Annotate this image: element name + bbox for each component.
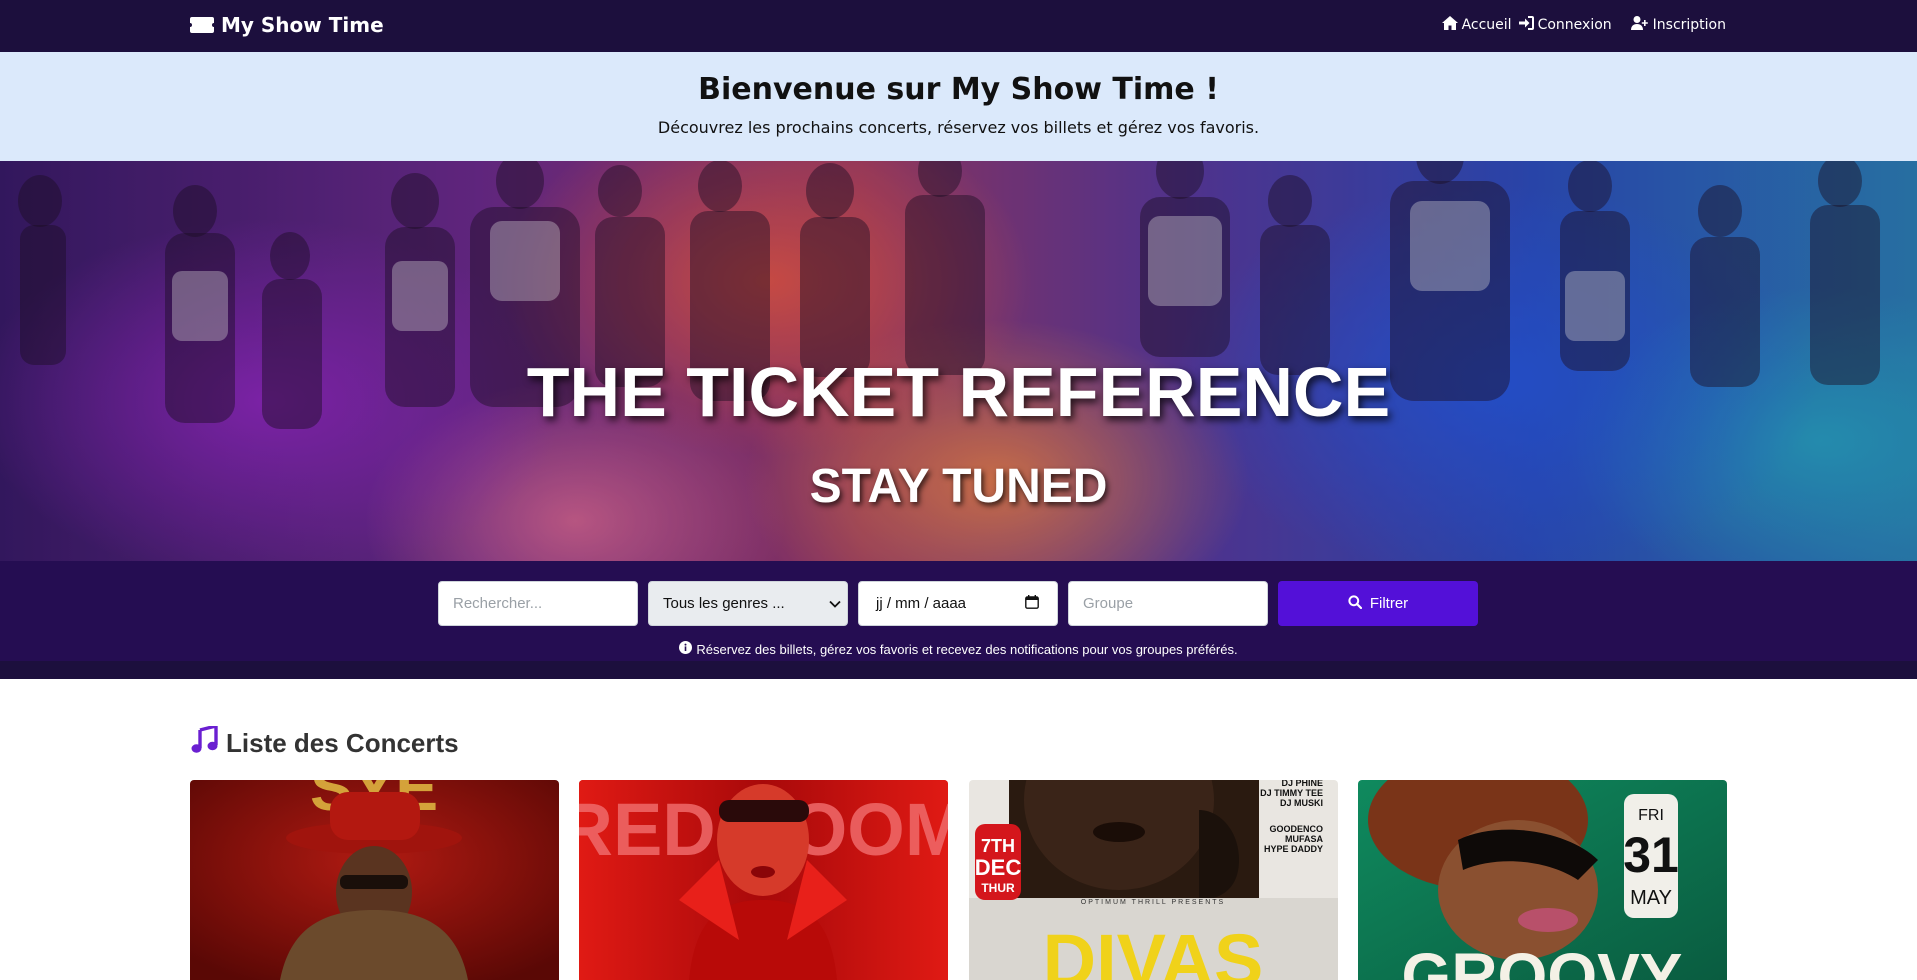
ticket-icon xyxy=(190,17,214,33)
concert-poster-image: 7TH DEC THUR DJ PHINE DJ TIMMY TEE DJ MU… xyxy=(969,780,1338,980)
filter-button-label: Filtrer xyxy=(1369,595,1409,612)
sign-in-icon xyxy=(1518,16,1534,34)
concert-card[interactable]: 7TH DEC THUR DJ PHINE DJ TIMMY TEE DJ MU… xyxy=(969,780,1338,980)
group-placeholder: Groupe xyxy=(1083,595,1134,612)
poster-lineup-item: DJ MUSKI xyxy=(1280,798,1323,808)
concert-poster-image: RED ROOM xyxy=(579,780,948,980)
poster-lineup-item: DJ TIMMY TEE xyxy=(1260,788,1323,798)
poster-presenter: OPTIMUM THRILL PRESENTS xyxy=(1081,899,1225,906)
concert-poster-image: FRI 31 MAY GROOVY xyxy=(1358,780,1727,980)
poster-lineup-item: MUFASA xyxy=(1285,834,1324,844)
welcome-title: Bienvenue sur My Show Time ! xyxy=(698,72,1219,107)
genre-select[interactable]: Tous les genres ... xyxy=(648,581,848,626)
poster-date-weekday: FRI xyxy=(1638,807,1664,824)
user-plus-icon xyxy=(1630,16,1649,34)
poster-date-day: 31 xyxy=(1623,827,1679,883)
info-circle-icon xyxy=(679,641,693,657)
search-placeholder: Rechercher... xyxy=(453,595,543,612)
info-message: Réservez des billets, gérez vos favoris … xyxy=(0,641,1917,657)
music-icon xyxy=(190,723,218,761)
concert-list-title: Liste des Concerts xyxy=(190,723,459,761)
poster-title: DIVAS xyxy=(1043,919,1264,980)
navbar: My Show Time Accueil Connexion Inscripti… xyxy=(0,0,1917,52)
hero-banner: THE TICKET REFERENCE STAY TUNED xyxy=(0,161,1917,561)
concert-card[interactable]: RED ROOM xyxy=(579,780,948,980)
poster-date-month: MAY xyxy=(1630,887,1672,909)
nav-link-inscription[interactable]: Inscription xyxy=(1630,16,1726,34)
search-icon xyxy=(1348,594,1362,613)
concert-card[interactable]: SYE xyxy=(190,780,559,980)
brand-name: My Show Time xyxy=(221,13,384,37)
poster-lineup-item: DJ PHINE xyxy=(1281,780,1323,788)
nav-links: Accueil Connexion Inscription xyxy=(1441,14,1726,36)
poster-date-day: 7TH xyxy=(981,836,1015,856)
poster-date-weekday: THUR xyxy=(981,881,1015,895)
group-input[interactable]: Groupe xyxy=(1068,581,1268,626)
poster-date-month: DEC xyxy=(975,855,1022,880)
nav-link-label: Accueil xyxy=(1461,17,1512,33)
poster-lineup-item: HYPE DADDY xyxy=(1264,844,1323,854)
concert-poster-image: SYE xyxy=(190,780,559,980)
date-value: jj / mm / aaaa xyxy=(876,595,967,612)
chevron-down-icon xyxy=(829,595,841,612)
hero-subtitle: STAY TUNED xyxy=(809,460,1108,513)
nav-link-accueil[interactable]: Accueil xyxy=(1441,16,1512,34)
poster-lineup-item: GOODENCO xyxy=(1269,824,1323,834)
concert-card[interactable]: FRI 31 MAY GROOVY xyxy=(1358,780,1727,980)
concert-list-heading: Liste des Concerts xyxy=(226,727,459,758)
nav-link-label: Inscription xyxy=(1652,17,1726,33)
poster-title: GROOVY xyxy=(1402,940,1683,980)
hero-title: THE TICKET REFERENCE xyxy=(526,353,1391,431)
welcome-subtitle: Découvrez les prochains concerts, réserv… xyxy=(657,118,1260,137)
filter-bar: Rechercher... Tous les genres ... jj / m… xyxy=(0,561,1917,679)
date-input[interactable]: jj / mm / aaaa xyxy=(858,581,1058,626)
welcome-banner: Bienvenue sur My Show Time ! Découvrez l… xyxy=(0,52,1917,161)
search-input[interactable]: Rechercher... xyxy=(438,581,638,626)
filter-button[interactable]: Filtrer xyxy=(1278,581,1478,626)
nav-link-connexion[interactable]: Connexion xyxy=(1518,16,1612,34)
calendar-icon[interactable] xyxy=(1025,594,1039,613)
brand-link[interactable]: My Show Time xyxy=(190,11,384,39)
nav-link-label: Connexion xyxy=(1537,17,1612,33)
home-icon xyxy=(1441,16,1458,34)
genre-selected-value: Tous les genres ... xyxy=(663,595,785,612)
info-text: Réservez des billets, gérez vos favoris … xyxy=(696,641,1238,657)
